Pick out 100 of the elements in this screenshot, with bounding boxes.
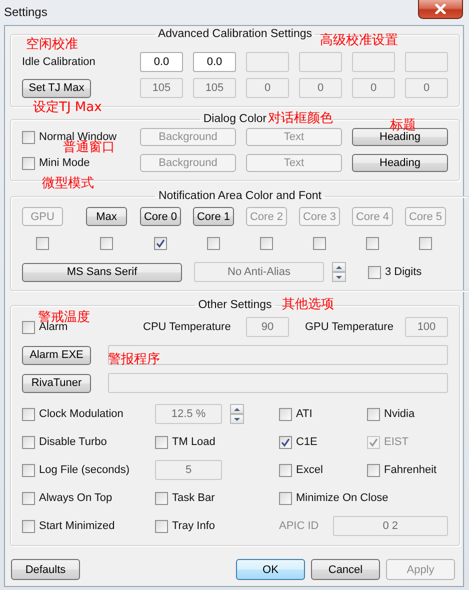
window-title: Settings	[4, 5, 48, 19]
anti-alias-field[interactable]: No Anti-Alias	[194, 262, 324, 282]
checkbox-label[interactable]: Log File (seconds)	[39, 464, 130, 476]
spin-down-button[interactable]	[332, 272, 346, 282]
checkbox[interactable]	[279, 492, 292, 504]
annotation-text: 普通窗口	[63, 141, 115, 154]
calibration-field[interactable]: 0.0	[193, 52, 236, 72]
calibration-field[interactable]	[299, 52, 342, 72]
up-arrow-icon	[336, 266, 342, 268]
checkbox[interactable]	[36, 237, 49, 250]
program-path-field[interactable]	[108, 345, 448, 365]
checkbox[interactable]	[207, 237, 220, 250]
annotation-text: 警报程序	[108, 353, 160, 366]
checkbox[interactable]	[22, 320, 35, 334]
tj-max-field[interactable]: 0	[246, 78, 289, 98]
checkbox[interactable]	[22, 436, 35, 448]
up-arrow-icon	[234, 408, 240, 410]
group-title: Dialog Color	[202, 113, 268, 125]
dialog-button[interactable]: OK	[236, 559, 305, 580]
set-tj-max-button[interactable]: Set TJ Max	[22, 78, 91, 98]
apic-id-field[interactable]: 0 2	[332, 516, 448, 536]
checkbox[interactable]	[279, 464, 292, 476]
annotation-text: 高级校准设置	[320, 34, 398, 47]
checkbox[interactable]	[22, 130, 35, 144]
dialog-button[interactable]: Cancel	[311, 559, 380, 580]
group-title: Advanced Calibration Settings	[156, 28, 314, 40]
checkbox-label[interactable]: 3 Digits	[385, 266, 422, 278]
color-button[interactable]: Heading	[352, 154, 448, 172]
checkbox-label[interactable]: Excel	[296, 464, 323, 476]
calibration-field[interactable]: 0.0	[140, 52, 183, 72]
color-button[interactable]: Core 0	[140, 207, 181, 226]
checkbox[interactable]	[155, 520, 168, 532]
checkbox[interactable]	[22, 492, 35, 504]
checkbox[interactable]	[22, 408, 35, 420]
annotation-text: 空闲校准	[26, 38, 78, 51]
temperature-field[interactable]: 100	[405, 317, 448, 337]
tj-max-field[interactable]: 0	[405, 78, 448, 98]
checkbox[interactable]	[260, 237, 273, 250]
close-icon	[435, 4, 446, 14]
program-button[interactable]: Alarm EXE	[22, 346, 91, 364]
checkbox[interactable]	[154, 237, 167, 250]
checkbox-label[interactable]: Disable Turbo	[39, 436, 107, 448]
calibration-field[interactable]	[352, 52, 395, 72]
spin-up-button[interactable]	[332, 262, 346, 272]
percent-field[interactable]: 12.5 %	[155, 404, 222, 424]
tj-max-field[interactable]: 105	[140, 78, 183, 98]
tj-max-field[interactable]: 0	[299, 78, 342, 98]
annotation-text: 对话框颜色	[268, 112, 333, 125]
checkbox[interactable]	[366, 237, 379, 250]
checkbox-label[interactable]: Fahrenheit	[384, 464, 437, 476]
defaults-button[interactable]: Defaults	[11, 559, 80, 580]
checkbox[interactable]	[22, 520, 35, 532]
tj-max-field[interactable]: 105	[193, 78, 236, 98]
checkbox[interactable]	[279, 408, 292, 420]
checkbox-label[interactable]: Nvidia	[384, 408, 415, 420]
spin-up-button[interactable]	[230, 404, 244, 414]
field-label: Idle Calibration	[22, 56, 96, 68]
checkbox[interactable]	[313, 237, 326, 250]
checkbox-label[interactable]: C1E	[296, 436, 318, 448]
tj-max-field[interactable]: 0	[352, 78, 395, 98]
checkbox[interactable]	[367, 464, 380, 476]
checkbox[interactable]	[22, 156, 35, 170]
annotation-text: 设定TJ Max	[33, 101, 102, 114]
program-button[interactable]: RivaTuner	[22, 374, 91, 392]
seconds-field[interactable]: 5	[155, 460, 222, 480]
group-title: Other Settings	[197, 299, 273, 311]
checkbox-label[interactable]: ATI	[296, 408, 312, 420]
down-arrow-icon	[234, 418, 240, 420]
checkbox-label[interactable]: Start Minimized	[39, 520, 115, 532]
group-title: Notification Area Color and Font	[157, 190, 322, 202]
temperature-field[interactable]: 90	[246, 317, 289, 337]
checkbox-label[interactable]: Task Bar	[172, 492, 215, 504]
checkbox-label[interactable]: TM Load	[172, 436, 216, 448]
spin-down-button[interactable]	[230, 414, 244, 424]
checkbox-label[interactable]: Tray Info	[172, 520, 215, 532]
field-label: APIC ID	[279, 520, 319, 532]
annotation-text: 警戒温度	[38, 311, 90, 324]
close-button[interactable]	[418, 0, 463, 19]
checkbox-label[interactable]: Mini Mode	[39, 157, 90, 169]
annotation-text: 微型模式	[42, 177, 94, 190]
color-button[interactable]: Core 1	[193, 207, 234, 226]
checkbox[interactable]	[368, 266, 381, 278]
checkbox-label[interactable]: Clock Modulation	[39, 408, 124, 420]
checkbox[interactable]	[419, 237, 432, 250]
checkbox[interactable]	[155, 436, 168, 448]
calibration-field[interactable]	[246, 52, 289, 72]
checkbox-label[interactable]: Alarm	[39, 321, 68, 333]
checkbox[interactable]	[155, 492, 168, 504]
color-button[interactable]: Max	[86, 207, 127, 226]
program-path-field[interactable]	[108, 373, 448, 393]
checkbox-label[interactable]: Always On Top	[39, 492, 112, 504]
down-arrow-icon	[336, 276, 342, 278]
checkbox[interactable]	[100, 237, 113, 250]
font-button[interactable]: MS Sans Serif	[22, 262, 182, 282]
checkbox[interactable]	[279, 436, 292, 448]
checkbox[interactable]	[22, 464, 35, 476]
checkbox[interactable]	[367, 408, 380, 420]
calibration-field[interactable]	[405, 52, 448, 72]
checkbox-label[interactable]: Minimize On Close	[296, 492, 388, 504]
field-label: CPU Temperature	[142, 321, 232, 333]
